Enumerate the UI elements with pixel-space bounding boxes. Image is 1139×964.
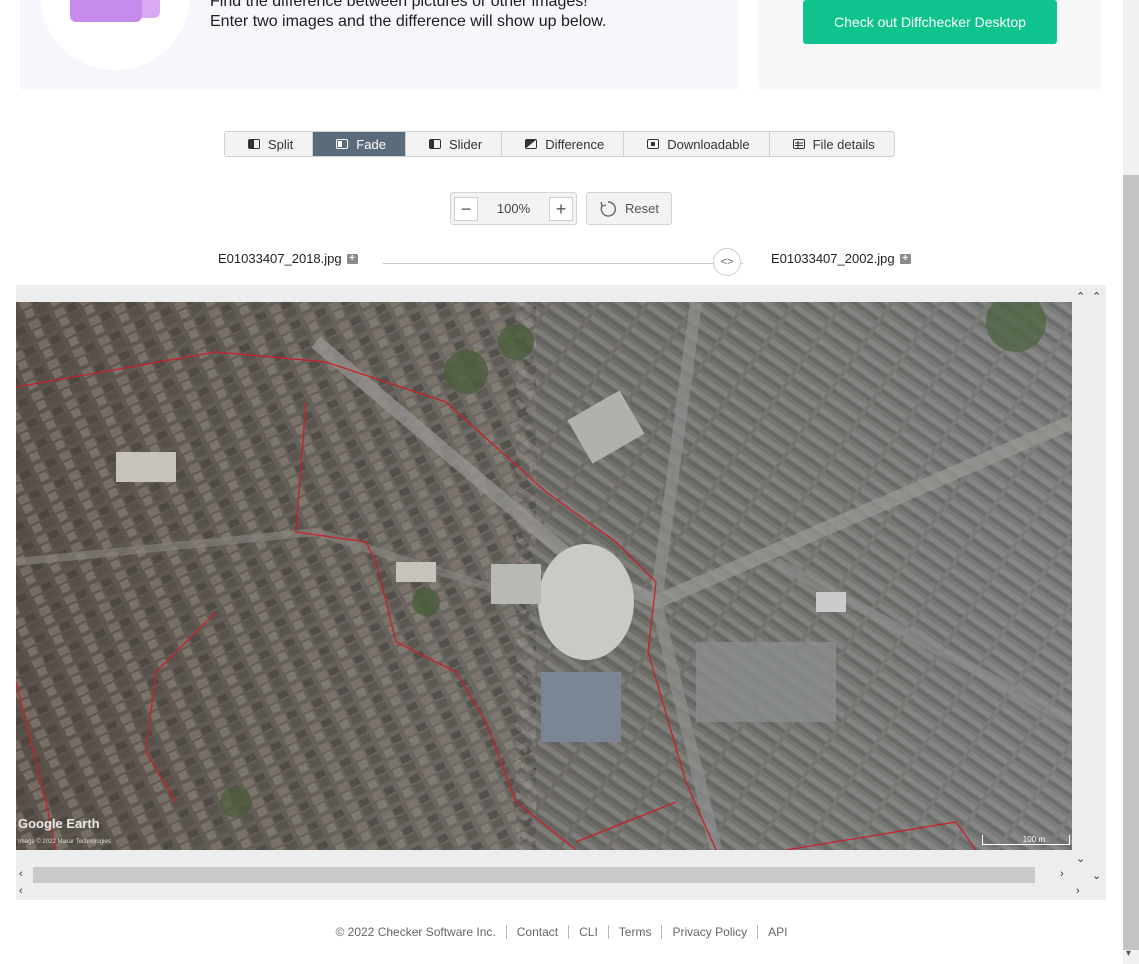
aerial-map-graphic <box>16 302 1072 850</box>
chevron-up-icon[interactable]: ⌃ <box>1092 290 1101 303</box>
chevron-down-icon[interactable]: ⌄ <box>1076 852 1085 865</box>
tab-label: Downloadable <box>667 136 750 152</box>
image-stack-icon <box>70 0 160 22</box>
right-file-name: E01033407_2002.jpg + <box>771 251 911 266</box>
reset-label: Reset <box>625 201 659 216</box>
tab-difference[interactable]: Difference <box>502 132 625 156</box>
zoom-control: − 100% + <box>450 192 577 225</box>
google-earth-logo: Google Earth <box>18 816 100 831</box>
zoom-in-button[interactable]: + <box>549 196 573 221</box>
chevron-down-icon[interactable]: ▾ <box>1126 948 1131 959</box>
tab-downloadable[interactable]: Downloadable <box>624 132 770 156</box>
page-scrollbar-thumb[interactable] <box>1123 175 1139 950</box>
chevron-left-icon[interactable]: ‹ <box>19 885 23 897</box>
desktop-promo: Check out Diffchecker Desktop <box>758 0 1102 90</box>
map-scale: 100 m <box>982 835 1070 845</box>
download-icon <box>647 139 660 149</box>
footer-link-api[interactable]: API <box>768 925 787 939</box>
difference-icon <box>525 139 538 149</box>
split-icon <box>248 139 260 149</box>
footer-divider <box>607 925 609 939</box>
tab-label: Fade <box>356 136 386 152</box>
copyright: © 2022 Checker Software Inc. <box>335 925 496 939</box>
tab-split[interactable]: Split <box>225 132 314 156</box>
footer-divider <box>661 925 663 939</box>
file-details-icon <box>792 139 805 149</box>
tab-label: Slider <box>448 136 483 152</box>
footer-link-terms[interactable]: Terms <box>619 925 652 939</box>
left-file-label: E01033407_2018.jpg <box>218 251 342 266</box>
chevron-right-icon[interactable]: › <box>1060 868 1064 880</box>
reset-icon <box>600 200 617 217</box>
footer-link-privacy[interactable]: Privacy Policy <box>672 925 747 939</box>
footer-link-cli[interactable]: CLI <box>579 925 598 939</box>
tab-label: Difference <box>545 136 605 152</box>
footer-divider <box>757 925 759 939</box>
tab-file-details[interactable]: File details <box>769 132 894 156</box>
tab-fade[interactable]: Fade <box>313 132 406 156</box>
footer: © 2022 Checker Software Inc. Contact CLI… <box>0 925 1123 939</box>
fade-track[interactable] <box>383 263 743 264</box>
right-file-label: E01033407_2002.jpg <box>771 251 895 266</box>
add-image-icon[interactable]: + <box>346 253 358 264</box>
tab-slider[interactable]: Slider <box>405 132 503 156</box>
chevron-up-icon[interactable]: ⌃ <box>1076 290 1085 303</box>
fade-icon <box>336 139 349 149</box>
imagery-credit: Image © 2022 Maxar Technologies <box>18 839 111 845</box>
zoom-level: 100% <box>496 201 531 216</box>
tab-label: File details <box>812 136 875 152</box>
image-viewer[interactable]: Google Earth Image © 2022 Maxar Technolo… <box>16 285 1106 900</box>
view-mode-tabs: Split Fade Slider Difference Downloadabl… <box>224 131 895 157</box>
footer-divider <box>505 925 507 939</box>
footer-link-contact[interactable]: Contact <box>517 925 558 939</box>
reset-button[interactable]: Reset <box>586 192 672 225</box>
banner-line-1: Find the difference between pictures or … <box>210 0 588 10</box>
zoom-out-button[interactable]: − <box>454 196 478 221</box>
diffchecker-desktop-button[interactable]: Check out Diffchecker Desktop <box>803 0 1057 44</box>
chevron-down-icon[interactable]: ⌄ <box>1092 869 1101 882</box>
footer-divider <box>568 925 570 939</box>
banner: Find the difference between pictures or … <box>20 0 738 90</box>
horizontal-scrollbar[interactable] <box>33 867 1035 883</box>
tab-label: Split <box>268 136 294 152</box>
add-image-icon[interactable]: + <box>899 253 911 264</box>
left-file-name: E01033407_2018.jpg + <box>218 251 358 266</box>
banner-line-2: Enter two images and the difference will… <box>210 13 607 30</box>
slider-icon <box>428 139 441 149</box>
chevron-left-icon[interactable]: ‹ <box>19 868 23 880</box>
chevron-right-icon[interactable]: › <box>1076 885 1080 897</box>
aerial-image: Google Earth Image © 2022 Maxar Technolo… <box>16 302 1072 850</box>
fade-handle[interactable]: <> <box>713 248 741 276</box>
